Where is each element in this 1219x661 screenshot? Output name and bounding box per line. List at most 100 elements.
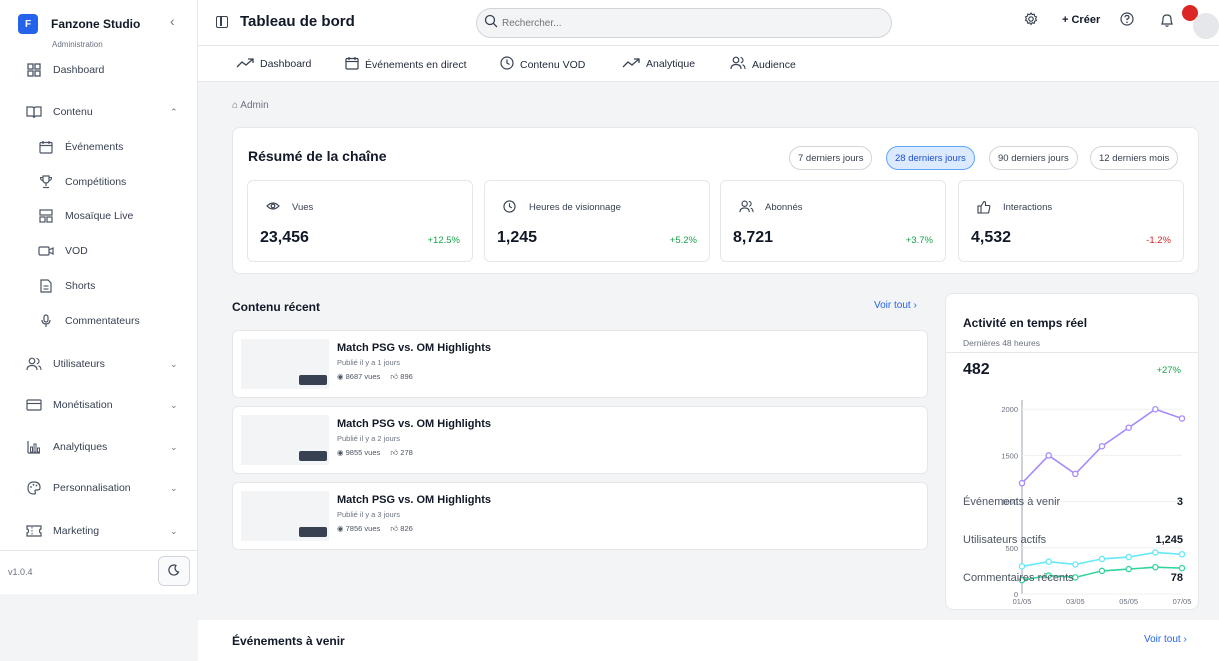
range-12-months-button[interactable]: 12 derniers mois xyxy=(1090,146,1179,170)
avatar[interactable] xyxy=(1193,13,1219,39)
data-point xyxy=(1018,479,1026,487)
create-button[interactable]: + Créer xyxy=(1062,14,1100,26)
sidebar-footer: v1.0.4 xyxy=(0,550,198,594)
range-90-days-button[interactable]: 90 derniers jours xyxy=(989,146,1078,170)
duration-badge xyxy=(299,451,327,461)
stat-value: 1,245 xyxy=(497,229,538,246)
likes-count: 896 xyxy=(400,372,413,381)
sidebar-item-vod[interactable]: VOD xyxy=(0,237,198,265)
moon-icon xyxy=(168,563,180,579)
duration-badge xyxy=(299,375,327,385)
views-count: 8687 vues xyxy=(345,372,381,381)
activity-row-upcoming-events: Événements à venir 3 xyxy=(963,496,1183,508)
palette-icon xyxy=(26,480,42,496)
theme-toggle-button[interactable] xyxy=(158,556,190,586)
sidebar-item-utilisateurs[interactable]: Utilisateurs ⌄ xyxy=(0,350,198,378)
tab-bar: Dashboard Événements en direct Contenu V… xyxy=(198,46,1219,82)
y-tick-label: 2000 xyxy=(1001,405,1018,414)
activity-value: 482 xyxy=(963,361,990,378)
stat-card-watch-hours: Heures de visionnage 1,245 +5.2% xyxy=(484,180,710,262)
sidebar-item-mosaique-live[interactable]: Mosaïque Live xyxy=(0,202,198,230)
tab-label: Événements en direct xyxy=(365,58,467,71)
stat-change: +12.5% xyxy=(427,235,461,246)
range-28-days-button[interactable]: 28 derniers jours xyxy=(886,146,975,170)
data-point xyxy=(1178,551,1186,558)
stat-change: -1.2% xyxy=(1146,235,1171,246)
data-point xyxy=(1045,558,1052,565)
tab-dashboard[interactable]: Dashboard xyxy=(236,56,311,71)
thumbs-up-icon: 👍︎ xyxy=(390,372,399,381)
content-item[interactable]: Match PSG vs. OM Highlights Publié il y … xyxy=(232,406,928,474)
data-point xyxy=(1098,555,1106,563)
upcoming-see-all-link[interactable]: Voir tout › xyxy=(1144,634,1187,645)
sidebar-item-commentateurs[interactable]: Commentateurs xyxy=(0,307,198,335)
eye-icon: ◉ xyxy=(337,524,344,533)
x-tick-label: 05/05 xyxy=(1119,597,1138,606)
thumbs-up-icon: 👍︎ xyxy=(390,448,399,457)
stat-label: Heures de visionnage xyxy=(529,202,621,213)
sidebar-item-label: Mosaïque Live xyxy=(65,210,134,222)
stat-label: Interactions xyxy=(1003,202,1053,213)
upcoming-events-section xyxy=(198,620,1219,661)
page-title: Tableau de bord xyxy=(240,13,355,30)
content-title: Match PSG vs. OM Highlights xyxy=(337,342,492,354)
recent-see-all-link[interactable]: Voir tout › xyxy=(874,300,917,311)
data-point xyxy=(1018,563,1026,570)
sidebar-item-marketing[interactable]: Marketing ⌄ xyxy=(0,517,198,545)
clock-icon xyxy=(503,200,516,216)
help-icon[interactable] xyxy=(1120,12,1134,29)
tab-contenu-vod[interactable]: Contenu VOD xyxy=(500,56,585,73)
range-7-days-button[interactable]: 7 derniers jours xyxy=(789,146,873,170)
collapse-sidebar-icon[interactable]: ‹ xyxy=(170,13,175,29)
tab-evenements-en-direct[interactable]: Événements en direct xyxy=(345,56,467,73)
sidebar-item-label: Shorts xyxy=(65,280,96,292)
stat-value: 8,721 xyxy=(733,229,774,246)
eye-icon xyxy=(266,200,280,214)
sidebar-item-label: Monétisation xyxy=(53,399,113,411)
settings-icon[interactable] xyxy=(1024,12,1038,29)
bar-chart-icon xyxy=(26,439,42,455)
sidebar-item-label: Marketing xyxy=(53,525,100,537)
summary-title: Résumé de la chaîne xyxy=(248,148,387,164)
sidebar-item-monetisation[interactable]: Monétisation ⌄ xyxy=(0,391,198,419)
data-point xyxy=(1152,549,1159,556)
sidebar-item-dashboard[interactable]: Dashboard xyxy=(0,56,198,84)
tab-analytique[interactable]: Analytique xyxy=(622,56,695,71)
content-item[interactable]: Match PSG vs. OM Highlights Publié il y … xyxy=(232,482,928,550)
document-icon xyxy=(38,278,54,294)
chevron-down-icon: ⌄ xyxy=(170,482,178,493)
brand[interactable]: F Fanzone Studio xyxy=(18,14,140,34)
content-meta: ◉ 8687 vues 👍︎ 896 xyxy=(337,372,413,382)
row-label: Commentaires récents xyxy=(963,572,1074,584)
sidebar-item-analytiques[interactable]: Analytiques ⌄ xyxy=(0,433,198,461)
sidebar-item-personnalisation[interactable]: Personnalisation ⌄ xyxy=(0,474,198,502)
sidebar-item-competitions[interactable]: Compétitions xyxy=(0,168,198,196)
sidebar-item-shorts[interactable]: Shorts xyxy=(0,272,198,300)
content-meta: ◉ 7856 vues 👍︎ 826 xyxy=(337,524,413,534)
activity-change: +27% xyxy=(1156,365,1181,376)
data-point xyxy=(1072,561,1079,568)
data-point xyxy=(1178,564,1186,572)
tab-audience[interactable]: Audience xyxy=(730,56,796,73)
ticket-icon xyxy=(26,523,42,539)
content-date: Publié il y a 3 jours xyxy=(337,510,400,519)
channel-summary-card: Résumé de la chaîne 7 derniers jours 28 … xyxy=(232,127,1199,274)
content-item[interactable]: Match PSG vs. OM Highlights Publié il y … xyxy=(232,330,928,398)
video-icon xyxy=(38,243,54,259)
bell-icon[interactable] xyxy=(1160,12,1174,31)
sidebar-item-label: Contenu xyxy=(53,106,93,118)
views-count: 7856 vues xyxy=(345,524,381,533)
users-icon xyxy=(26,356,42,372)
activity-row-recent-comments: Commentaires récents 78 xyxy=(963,572,1183,584)
search-input[interactable] xyxy=(502,17,862,29)
calendar-icon xyxy=(38,139,54,155)
chevron-down-icon: ⌄ xyxy=(170,358,178,369)
thumbs-up-icon: 👍︎ xyxy=(390,524,399,533)
breadcrumb[interactable]: ⌂ Admin xyxy=(232,100,269,111)
chevron-up-icon: ⌃ xyxy=(170,106,178,117)
sidebar-layout-icon[interactable] xyxy=(216,16,228,28)
stat-label: Abonnés xyxy=(765,202,803,213)
search-bar[interactable] xyxy=(476,8,892,38)
sidebar-item-evenements[interactable]: Événements xyxy=(0,133,198,161)
sidebar-item-contenu[interactable]: Contenu ⌃ xyxy=(0,98,198,126)
